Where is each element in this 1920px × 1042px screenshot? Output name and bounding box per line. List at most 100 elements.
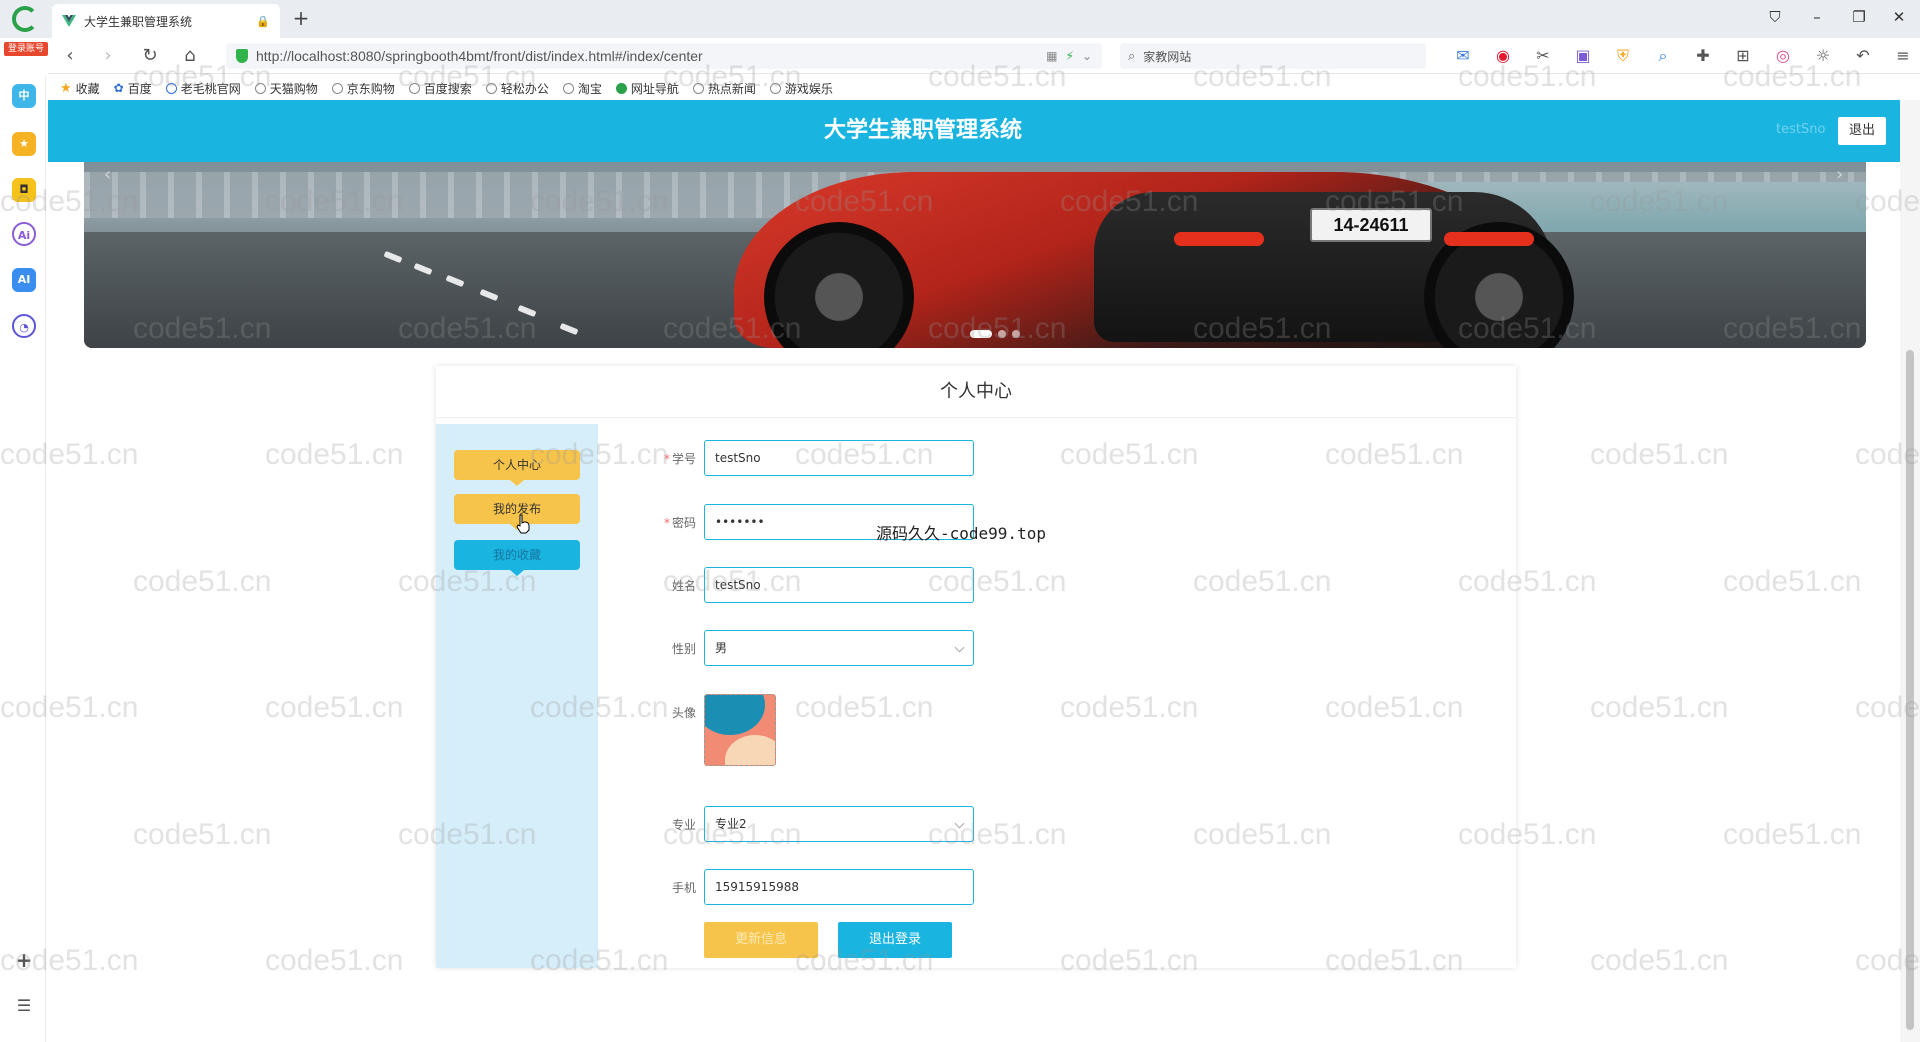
shield-ext-icon[interactable]: ⛨ [1608, 44, 1638, 68]
bookmark-laomaotao[interactable]: 老毛桃官网 [165, 80, 241, 97]
restore-icon[interactable]: ❐ [1846, 8, 1872, 26]
bookmark-nav[interactable]: 网址导航 [615, 80, 679, 97]
ai-rail-icon[interactable]: Ai [12, 222, 36, 246]
phone-input[interactable]: 15915915988 [704, 869, 974, 905]
menu-personal-center[interactable]: 个人中心 [454, 450, 580, 486]
row-name: 姓名 testSno [654, 567, 974, 603]
browser-tab[interactable]: 大学生兼职管理系统 🔒 [52, 4, 280, 38]
browser-e-icon [12, 6, 38, 32]
close-icon[interactable]: ✕ [1886, 8, 1912, 26]
web-page: 大学生兼职管理系统 testSno 退出 14-24611 ‹ › 个人中心 个… [48, 100, 1900, 1042]
carousel-dot[interactable] [970, 330, 992, 338]
center-side-menu: 个人中心 我的发布 我的收藏 [436, 424, 598, 968]
browser-tabbar: 大学生兼职管理系统 🔒 + ⛉ – ❐ ✕ [0, 0, 1920, 38]
home-icon[interactable]: ⌂ [178, 44, 202, 68]
header-logout-button[interactable]: 退出 [1838, 117, 1886, 145]
row-gender: 性别 男 [654, 630, 974, 666]
undo-icon[interactable]: ↶ [1848, 44, 1878, 68]
chat-rail-icon[interactable]: ◘ [12, 178, 36, 202]
browser-logo[interactable]: 登录账号 [4, 6, 48, 56]
lock-icon[interactable]: 🔒 [256, 15, 270, 28]
robot-rail-icon[interactable]: ◔ [12, 314, 36, 338]
student-no-input[interactable]: testSno [704, 440, 974, 476]
carousel-dot[interactable] [1012, 330, 1020, 338]
bookmark-baidu-search[interactable]: 百度搜索 [408, 80, 472, 97]
page-scrollbar[interactable] [1900, 100, 1920, 1042]
minimize-icon[interactable]: – [1804, 8, 1830, 26]
favorites-rail-icon[interactable]: ★ [12, 132, 36, 156]
puzzle-icon[interactable]: ✚ [1688, 44, 1718, 68]
globe-icon [254, 82, 266, 94]
globe-icon [692, 82, 704, 94]
avatar-shape [705, 695, 765, 735]
vue-logo-icon [62, 15, 76, 27]
paw-icon: ✿ [113, 81, 124, 95]
dropdown-icon[interactable]: ⌄ [1082, 49, 1092, 63]
globe-icon [769, 82, 781, 94]
banner-carousel[interactable]: 14-24611 ‹ › [84, 162, 1866, 348]
avatar-upload[interactable] [704, 694, 776, 766]
update-info-button[interactable]: 更新信息 [704, 922, 818, 958]
tail-light [1174, 232, 1264, 246]
star-icon: ★ [60, 80, 72, 96]
back-icon[interactable]: ‹ [58, 44, 82, 68]
tail-light [1444, 232, 1534, 246]
logout-button[interactable]: 退出登录 [838, 922, 952, 958]
search-ext-icon[interactable]: ⌕ [1648, 44, 1678, 68]
name-input[interactable]: testSno [704, 567, 974, 603]
search-icon: ⌕ [1128, 48, 1136, 64]
url-bar[interactable]: http://localhost:8080/springbooth4bmt/fr… [226, 43, 1102, 69]
carousel-next-icon[interactable]: › [1836, 164, 1856, 185]
major-select[interactable]: 专业2 [704, 806, 974, 842]
address-toolbar: ‹ › ↻ ⌂ http://localhost:8080/springboot… [48, 38, 1920, 74]
new-tab-icon[interactable]: + [288, 6, 314, 32]
label-student-no: * 学号 [663, 451, 696, 466]
globe-icon [562, 82, 574, 94]
bookmark-favorites[interactable]: ★ 收藏 [60, 80, 100, 97]
forward-icon[interactable]: › [96, 44, 120, 68]
scissors-icon[interactable]: ✂ [1528, 44, 1558, 68]
lightning-icon[interactable]: ⚡ [1066, 49, 1074, 63]
add-rail-icon[interactable]: + [12, 948, 36, 972]
carousel-dot[interactable] [998, 330, 1006, 338]
hand-cursor-icon [516, 514, 530, 534]
globe-icon [165, 82, 177, 94]
grid-icon[interactable]: ⊞ [1728, 44, 1758, 68]
carousel-indicators [970, 330, 1020, 338]
login-badge[interactable]: 登录账号 [4, 42, 48, 56]
bookmark-games[interactable]: 游戏娱乐 [769, 80, 833, 97]
menu-my-favorites[interactable]: 我的收藏 [454, 540, 580, 576]
search-box[interactable]: ⌕ 家教网站 [1120, 43, 1426, 69]
bookmark-taobao[interactable]: 淘宝 [562, 80, 602, 97]
page-title: 个人中心 [436, 366, 1516, 418]
toolbar-icons: ✉ ◉ ✂ ▣ ⛨ ⌕ ✚ ⊞ ◎ ☼ ↶ ≡ [1448, 44, 1918, 68]
menu-icon[interactable]: ≡ [1888, 44, 1918, 68]
translate-rail-icon[interactable]: 中 [12, 84, 36, 108]
ai-assistant-rail-icon[interactable]: AI [12, 268, 36, 292]
bookmark-baidu[interactable]: ✿ 百度 [114, 80, 152, 97]
bookmark-news[interactable]: 热点新闻 [692, 80, 756, 97]
mail-icon[interactable]: ✉ [1448, 44, 1478, 68]
label-phone: 手机 [671, 880, 696, 895]
list-rail-icon[interactable]: ☰ [12, 994, 36, 1018]
label-name: 姓名 [671, 578, 696, 593]
carousel-prev-icon[interactable]: ‹ [104, 164, 124, 185]
qr-icon[interactable]: ▦ [1046, 49, 1057, 63]
scrollbar-thumb[interactable] [1906, 350, 1914, 1030]
globe-icon [485, 82, 497, 94]
site-title: 大学生兼职管理系统 [823, 118, 1022, 143]
license-plate: 14-24611 [1310, 208, 1432, 242]
translate-icon[interactable]: ▣ [1568, 44, 1598, 68]
bookmark-jd[interactable]: 京东购物 [331, 80, 395, 97]
gender-select[interactable]: 男 [704, 630, 974, 666]
required-mark: * [663, 451, 670, 466]
brightness-icon[interactable]: ☼ [1808, 44, 1838, 68]
bookmark-office[interactable]: 轻松办公 [485, 80, 549, 97]
url-text[interactable]: http://localhost:8080/springbooth4bmt/fr… [256, 48, 1038, 64]
weibo-icon[interactable]: ◉ [1488, 44, 1518, 68]
color-icon[interactable]: ◎ [1768, 44, 1798, 68]
reload-icon[interactable]: ↻ [138, 44, 162, 68]
row-phone: 手机 15915915988 [654, 869, 974, 905]
shirt-icon[interactable]: ⛉ [1762, 8, 1788, 26]
bookmark-tmall[interactable]: 天猫购物 [254, 80, 318, 97]
